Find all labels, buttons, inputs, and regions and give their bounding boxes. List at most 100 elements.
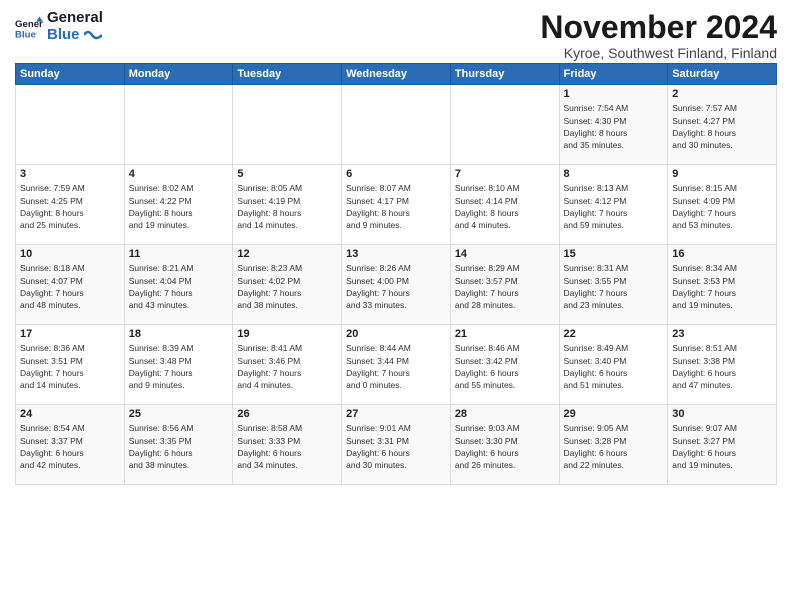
- day-number: 23: [672, 328, 772, 340]
- day-number: 1: [564, 88, 664, 100]
- day-info: Sunrise: 9:05 AM Sunset: 3:28 PM Dayligh…: [564, 422, 664, 471]
- col-thursday: Thursday: [450, 64, 559, 85]
- day-info: Sunrise: 8:36 AM Sunset: 3:51 PM Dayligh…: [20, 342, 120, 391]
- day-number: 3: [20, 168, 120, 180]
- table-row: 10Sunrise: 8:18 AM Sunset: 4:07 PM Dayli…: [16, 245, 125, 325]
- col-saturday: Saturday: [668, 64, 777, 85]
- table-row: 23 Sunrise: 8:51 AM Sunset: 3:38 PM Dayli…: [668, 325, 777, 405]
- table-row: 16 Sunrise: 8:34 AM Sunset: 3:53 PM Dayli…: [668, 245, 777, 325]
- day-info: Sunrise: 8:54 AM Sunset: 3:37 PM Dayligh…: [20, 422, 120, 471]
- table-row: 14 Sunrise: 8:29 AM Sunset: 3:57 PM Dayli…: [450, 245, 559, 325]
- table-row: [450, 85, 559, 165]
- day-info: Sunrise: 7:59 AM Sunset: 4:25 PM Dayligh…: [20, 182, 120, 231]
- logo-icon: General Blue: [15, 13, 43, 41]
- table-row: [342, 85, 451, 165]
- table-row: 30 Sunrise: 9:07 AM Sunset: 3:27 PM Dayli…: [668, 405, 777, 485]
- table-row: [124, 85, 233, 165]
- day-number: 2: [672, 88, 772, 100]
- page: General Blue General Blue November 2024 …: [0, 0, 792, 495]
- day-info: Sunrise: 8:49 AM Sunset: 3:40 PM Dayligh…: [564, 342, 664, 391]
- day-number: 7: [455, 168, 555, 180]
- logo: General Blue General Blue: [15, 10, 103, 43]
- day-info: Sunrise: 8:23 AM Sunset: 4:02 PM Dayligh…: [237, 262, 337, 311]
- logo-blue: Blue: [47, 27, 103, 44]
- day-number: 5: [237, 168, 337, 180]
- day-number: 22: [564, 328, 664, 340]
- day-number: 27: [346, 408, 446, 420]
- day-number: 9: [672, 168, 772, 180]
- header-row: Sunday Monday Tuesday Wednesday Thursday…: [16, 64, 777, 85]
- table-row: 5 Sunrise: 8:05 AM Sunset: 4:19 PM Daylig…: [233, 165, 342, 245]
- day-info: Sunrise: 8:10 AM Sunset: 4:14 PM Dayligh…: [455, 182, 555, 231]
- day-info: Sunrise: 8:46 AM Sunset: 3:42 PM Dayligh…: [455, 342, 555, 391]
- table-row: 2 Sunrise: 7:57 AM Sunset: 4:27 PM Daylig…: [668, 85, 777, 165]
- table-row: 12 Sunrise: 8:23 AM Sunset: 4:02 PM Dayli…: [233, 245, 342, 325]
- table-row: 9 Sunrise: 8:15 AM Sunset: 4:09 PM Daylig…: [668, 165, 777, 245]
- col-tuesday: Tuesday: [233, 64, 342, 85]
- day-number: 14: [455, 248, 555, 260]
- table-row: 6Sunrise: 8:07 AM Sunset: 4:17 PM Daylig…: [342, 165, 451, 245]
- col-friday: Friday: [559, 64, 668, 85]
- day-number: 19: [237, 328, 337, 340]
- table-row: 21 Sunrise: 8:46 AM Sunset: 3:42 PM Dayli…: [450, 325, 559, 405]
- day-info: Sunrise: 8:02 AM Sunset: 4:22 PM Dayligh…: [129, 182, 229, 231]
- day-number: 26: [237, 408, 337, 420]
- col-sunday: Sunday: [16, 64, 125, 85]
- table-row: 28Sunrise: 9:03 AM Sunset: 3:30 PM Dayli…: [450, 405, 559, 485]
- table-row: 25Sunrise: 8:56 AM Sunset: 3:35 PM Dayli…: [124, 405, 233, 485]
- day-info: Sunrise: 7:57 AM Sunset: 4:27 PM Dayligh…: [672, 102, 772, 151]
- table-row: 19 Sunrise: 8:41 AM Sunset: 3:46 PM Dayli…: [233, 325, 342, 405]
- week-row-0: 1 Sunrise: 7:54 AM Sunset: 4:30 PM Daylig…: [16, 85, 777, 165]
- day-number: 15: [564, 248, 664, 260]
- day-info: Sunrise: 8:44 AM Sunset: 3:44 PM Dayligh…: [346, 342, 446, 391]
- day-info: Sunrise: 8:41 AM Sunset: 3:46 PM Dayligh…: [237, 342, 337, 391]
- title-block: November 2024 Kyroe, Southwest Finland, …: [540, 10, 777, 61]
- table-row: 18Sunrise: 8:39 AM Sunset: 3:48 PM Dayli…: [124, 325, 233, 405]
- table-row: 1 Sunrise: 7:54 AM Sunset: 4:30 PM Daylig…: [559, 85, 668, 165]
- day-number: 10: [20, 248, 120, 260]
- day-info: Sunrise: 7:54 AM Sunset: 4:30 PM Dayligh…: [564, 102, 664, 151]
- month-title: November 2024: [540, 10, 777, 45]
- day-number: 11: [129, 248, 229, 260]
- day-number: 21: [455, 328, 555, 340]
- day-number: 13: [346, 248, 446, 260]
- table-row: 13Sunrise: 8:26 AM Sunset: 4:00 PM Dayli…: [342, 245, 451, 325]
- table-row: 22 Sunrise: 8:49 AM Sunset: 3:40 PM Dayli…: [559, 325, 668, 405]
- col-wednesday: Wednesday: [342, 64, 451, 85]
- week-row-1: 3 Sunrise: 7:59 AM Sunset: 4:25 PM Daylig…: [16, 165, 777, 245]
- table-row: 11 Sunrise: 8:21 AM Sunset: 4:04 PM Dayli…: [124, 245, 233, 325]
- table-row: 27 Sunrise: 9:01 AM Sunset: 3:31 PM Dayli…: [342, 405, 451, 485]
- day-number: 20: [346, 328, 446, 340]
- table-row: [233, 85, 342, 165]
- day-info: Sunrise: 9:01 AM Sunset: 3:31 PM Dayligh…: [346, 422, 446, 471]
- week-row-2: 10Sunrise: 8:18 AM Sunset: 4:07 PM Dayli…: [16, 245, 777, 325]
- week-row-3: 17 Sunrise: 8:36 AM Sunset: 3:51 PM Dayli…: [16, 325, 777, 405]
- day-number: 16: [672, 248, 772, 260]
- day-info: Sunrise: 8:34 AM Sunset: 3:53 PM Dayligh…: [672, 262, 772, 311]
- day-info: Sunrise: 8:21 AM Sunset: 4:04 PM Dayligh…: [129, 262, 229, 311]
- day-number: 12: [237, 248, 337, 260]
- table-row: 7 Sunrise: 8:10 AM Sunset: 4:14 PM Daylig…: [450, 165, 559, 245]
- table-row: 3 Sunrise: 7:59 AM Sunset: 4:25 PM Daylig…: [16, 165, 125, 245]
- day-info: Sunrise: 8:51 AM Sunset: 3:38 PM Dayligh…: [672, 342, 772, 391]
- table-row: 17 Sunrise: 8:36 AM Sunset: 3:51 PM Dayli…: [16, 325, 125, 405]
- day-info: Sunrise: 8:15 AM Sunset: 4:09 PM Dayligh…: [672, 182, 772, 231]
- day-number: 6: [346, 168, 446, 180]
- day-number: 24: [20, 408, 120, 420]
- table-row: 29 Sunrise: 9:05 AM Sunset: 3:28 PM Dayli…: [559, 405, 668, 485]
- day-number: 8: [564, 168, 664, 180]
- day-info: Sunrise: 9:07 AM Sunset: 3:27 PM Dayligh…: [672, 422, 772, 471]
- table-row: 20 Sunrise: 8:44 AM Sunset: 3:44 PM Dayli…: [342, 325, 451, 405]
- day-number: 28: [455, 408, 555, 420]
- table-row: 8Sunrise: 8:13 AM Sunset: 4:12 PM Daylig…: [559, 165, 668, 245]
- logo-wave-icon: [84, 29, 102, 41]
- logo-general: General: [47, 10, 103, 27]
- day-info: Sunrise: 8:05 AM Sunset: 4:19 PM Dayligh…: [237, 182, 337, 231]
- day-number: 17: [20, 328, 120, 340]
- day-info: Sunrise: 8:29 AM Sunset: 3:57 PM Dayligh…: [455, 262, 555, 311]
- day-number: 25: [129, 408, 229, 420]
- week-row-4: 24 Sunrise: 8:54 AM Sunset: 3:37 PM Dayli…: [16, 405, 777, 485]
- header: General Blue General Blue November 2024 …: [15, 10, 777, 61]
- day-number: 30: [672, 408, 772, 420]
- day-number: 29: [564, 408, 664, 420]
